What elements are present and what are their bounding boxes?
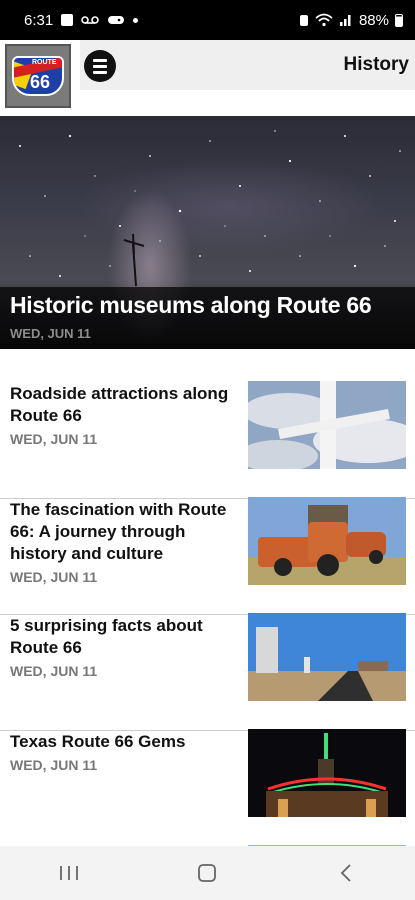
neon-station-image bbox=[248, 729, 406, 817]
signal-icon bbox=[339, 15, 351, 26]
list-item[interactable]: 5 surprising facts about Route 66 WED, J… bbox=[0, 613, 415, 731]
hamburger-icon-line bbox=[93, 64, 107, 68]
hero-article[interactable]: Historic museums along Route 66 WED, JUN… bbox=[0, 116, 415, 349]
home-icon bbox=[198, 864, 217, 882]
article-title[interactable]: Roadside attractions along Route 66 bbox=[10, 383, 240, 427]
list-item[interactable]: The fascination with Route 66: A journey… bbox=[0, 497, 415, 615]
recents-icon bbox=[60, 866, 79, 880]
route66-shield-icon: ROUTE 66 bbox=[12, 56, 64, 96]
cross-image bbox=[248, 381, 406, 469]
battery-percent: 88% bbox=[358, 11, 389, 29]
alarm-icon bbox=[299, 15, 308, 26]
route66-logo[interactable]: ROUTE 66 bbox=[5, 44, 71, 108]
article-title[interactable]: The fascination with Route 66: A journey… bbox=[10, 499, 240, 565]
article-title[interactable]: Texas Route 66 Gems bbox=[10, 731, 240, 753]
article-date: WED, JUN 11 bbox=[10, 663, 98, 679]
voicemail-icon bbox=[81, 16, 100, 24]
recents-button[interactable] bbox=[39, 853, 99, 893]
vintage-truck-image bbox=[248, 497, 406, 585]
logo-number: 66 bbox=[30, 72, 51, 92]
more-notifications-dot bbox=[133, 17, 139, 23]
wifi-icon bbox=[315, 13, 333, 27]
back-icon bbox=[340, 864, 351, 882]
list-item[interactable]: Texas Route 66 Gems WED, JUN 11 bbox=[0, 729, 415, 847]
hero-date: WED, JUN 11 bbox=[10, 326, 91, 341]
list-item[interactable]: Roadside attractions along Route 66 WED,… bbox=[0, 381, 415, 499]
article-date: WED, JUN 11 bbox=[10, 757, 98, 773]
battery-icon bbox=[395, 13, 403, 27]
grain-elevator-road-image bbox=[248, 613, 406, 701]
section-bar: History bbox=[80, 40, 415, 90]
app-header: History ROUTE 66 bbox=[0, 40, 415, 116]
windmill-silhouette bbox=[123, 233, 145, 287]
article-date: WED, JUN 11 bbox=[10, 431, 98, 447]
status-bar: 6:31 88% bbox=[0, 0, 415, 40]
article-date: WED, JUN 11 bbox=[10, 569, 98, 585]
controller-icon bbox=[108, 16, 125, 24]
gallery-notification-icon bbox=[61, 14, 74, 26]
home-button[interactable] bbox=[177, 853, 237, 893]
system-nav-bar bbox=[0, 846, 415, 900]
section-title: History bbox=[343, 54, 409, 75]
hero-title[interactable]: Historic museums along Route 66 bbox=[10, 292, 372, 319]
status-time: 6:31 bbox=[24, 11, 54, 29]
menu-button[interactable] bbox=[84, 50, 116, 82]
hamburger-icon-line bbox=[93, 70, 107, 74]
logo-route-text: ROUTE bbox=[32, 59, 57, 66]
article-title[interactable]: 5 surprising facts about Route 66 bbox=[10, 615, 240, 659]
back-button[interactable] bbox=[316, 853, 376, 893]
hamburger-icon-line bbox=[93, 58, 107, 62]
